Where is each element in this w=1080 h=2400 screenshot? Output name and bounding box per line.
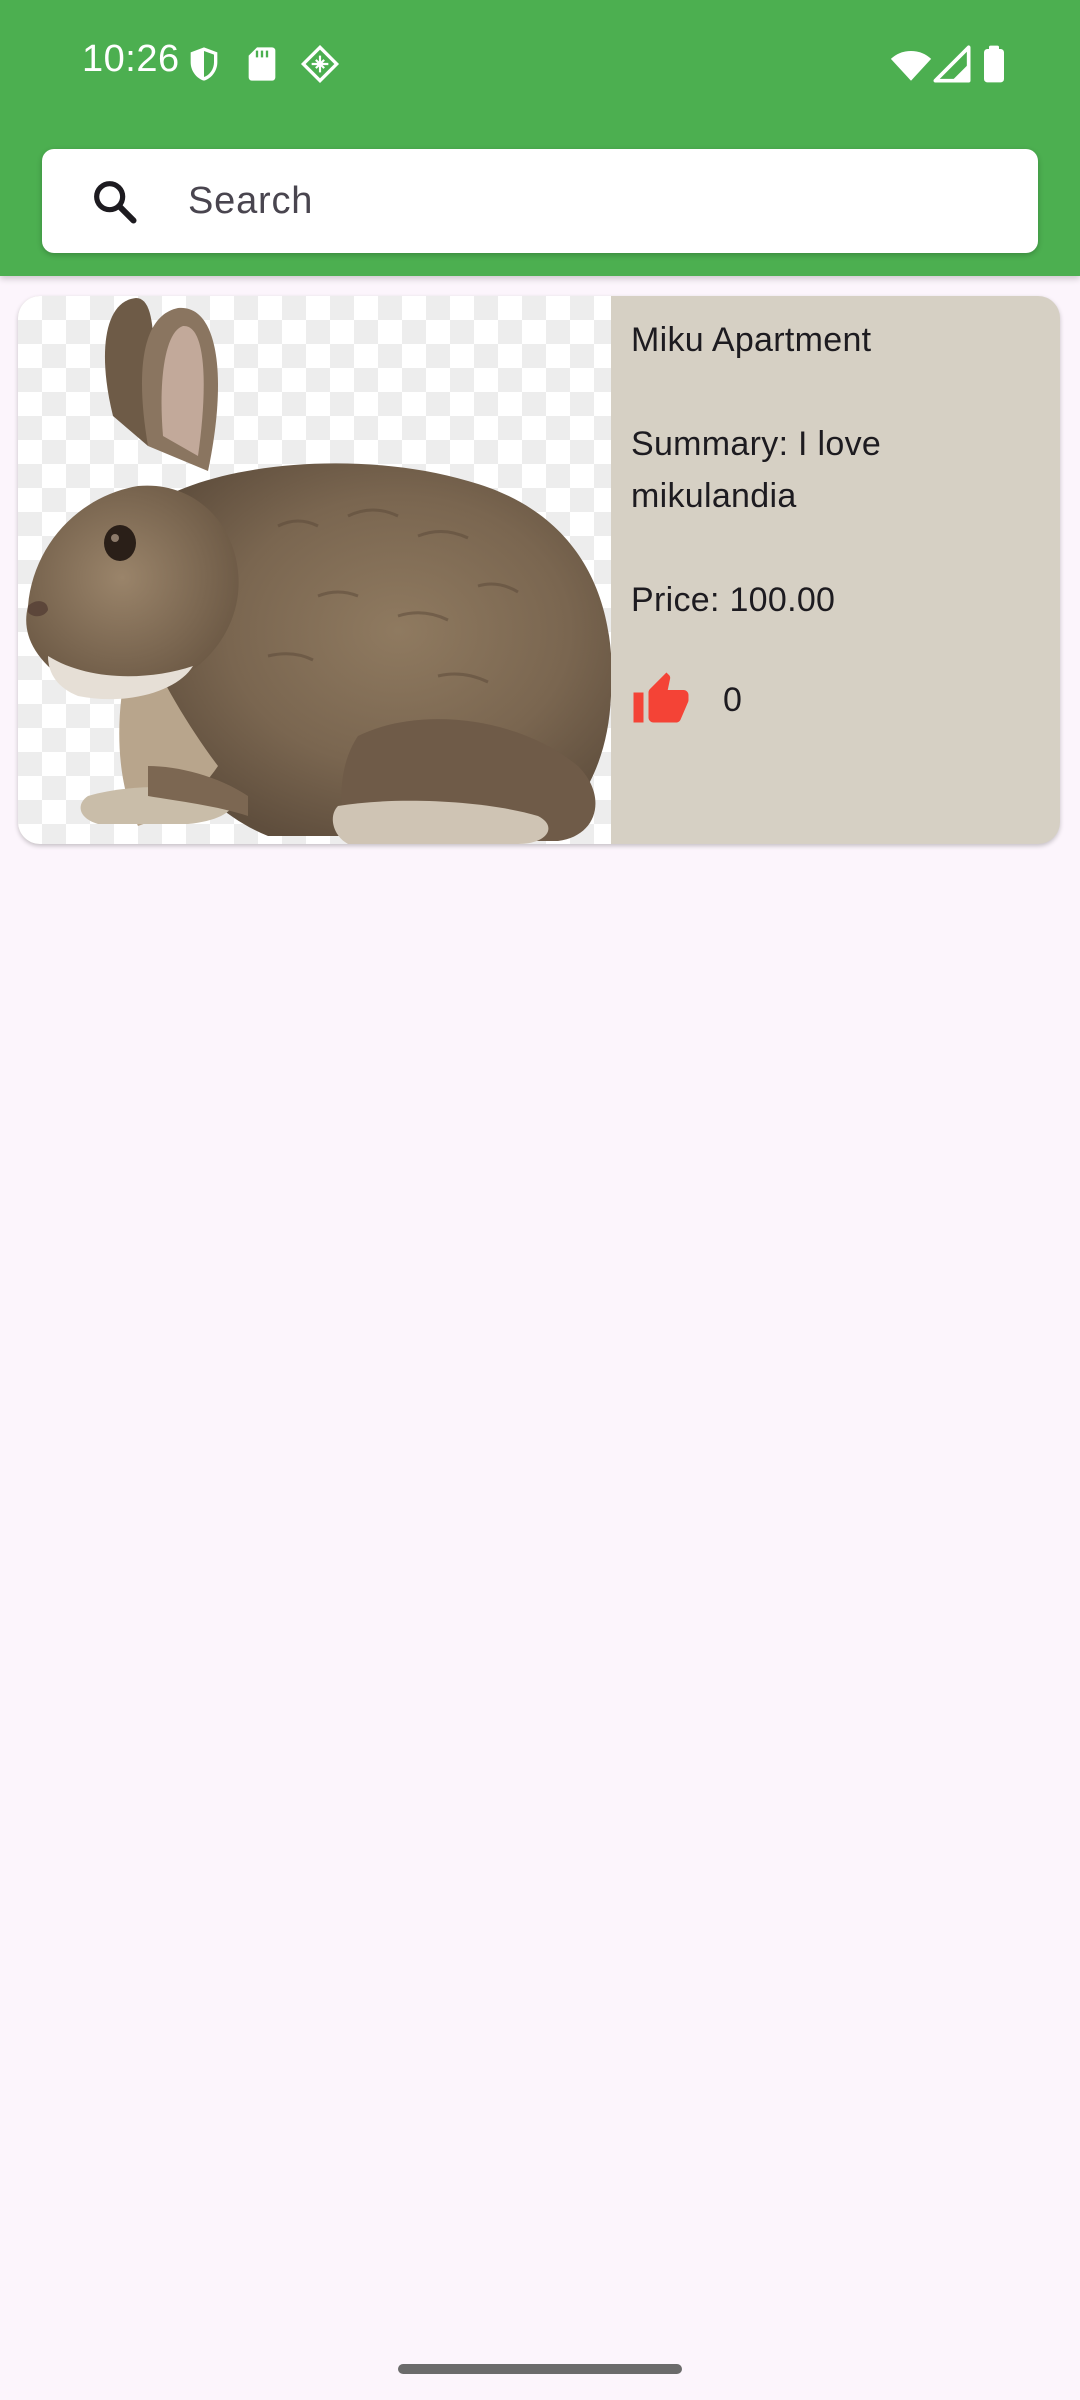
shield-icon bbox=[184, 44, 224, 84]
navigation-handle[interactable] bbox=[398, 2364, 682, 2374]
wifi-icon bbox=[890, 44, 932, 86]
app-bar: 10:26 bbox=[0, 0, 1080, 276]
rabbit-photo bbox=[18, 296, 611, 844]
listing-title: Miku Apartment bbox=[631, 321, 872, 359]
search-icon[interactable] bbox=[88, 175, 140, 227]
listing-summary: Summary: I love mikulandia bbox=[631, 425, 882, 515]
listing-card[interactable]: Miku Apartment Summary: I love mikulandi… bbox=[18, 296, 1060, 844]
thumb-up-icon[interactable] bbox=[631, 670, 691, 730]
sd-card-icon bbox=[242, 44, 282, 84]
search-bar[interactable] bbox=[42, 149, 1038, 253]
like-row: 0 bbox=[631, 670, 1041, 730]
search-input[interactable] bbox=[188, 171, 1008, 231]
cellular-signal-icon bbox=[932, 44, 972, 84]
status-time: 10:26 bbox=[82, 38, 180, 80]
battery-icon bbox=[978, 44, 1010, 84]
status-bar: 10:26 bbox=[0, 0, 1080, 128]
listing-price: Price: 100.00 bbox=[631, 581, 836, 619]
diamond-grid-icon bbox=[300, 44, 340, 84]
like-count: 0 bbox=[723, 681, 742, 719]
listing-details: Miku Apartment Summary: I love mikulandi… bbox=[631, 314, 1041, 730]
